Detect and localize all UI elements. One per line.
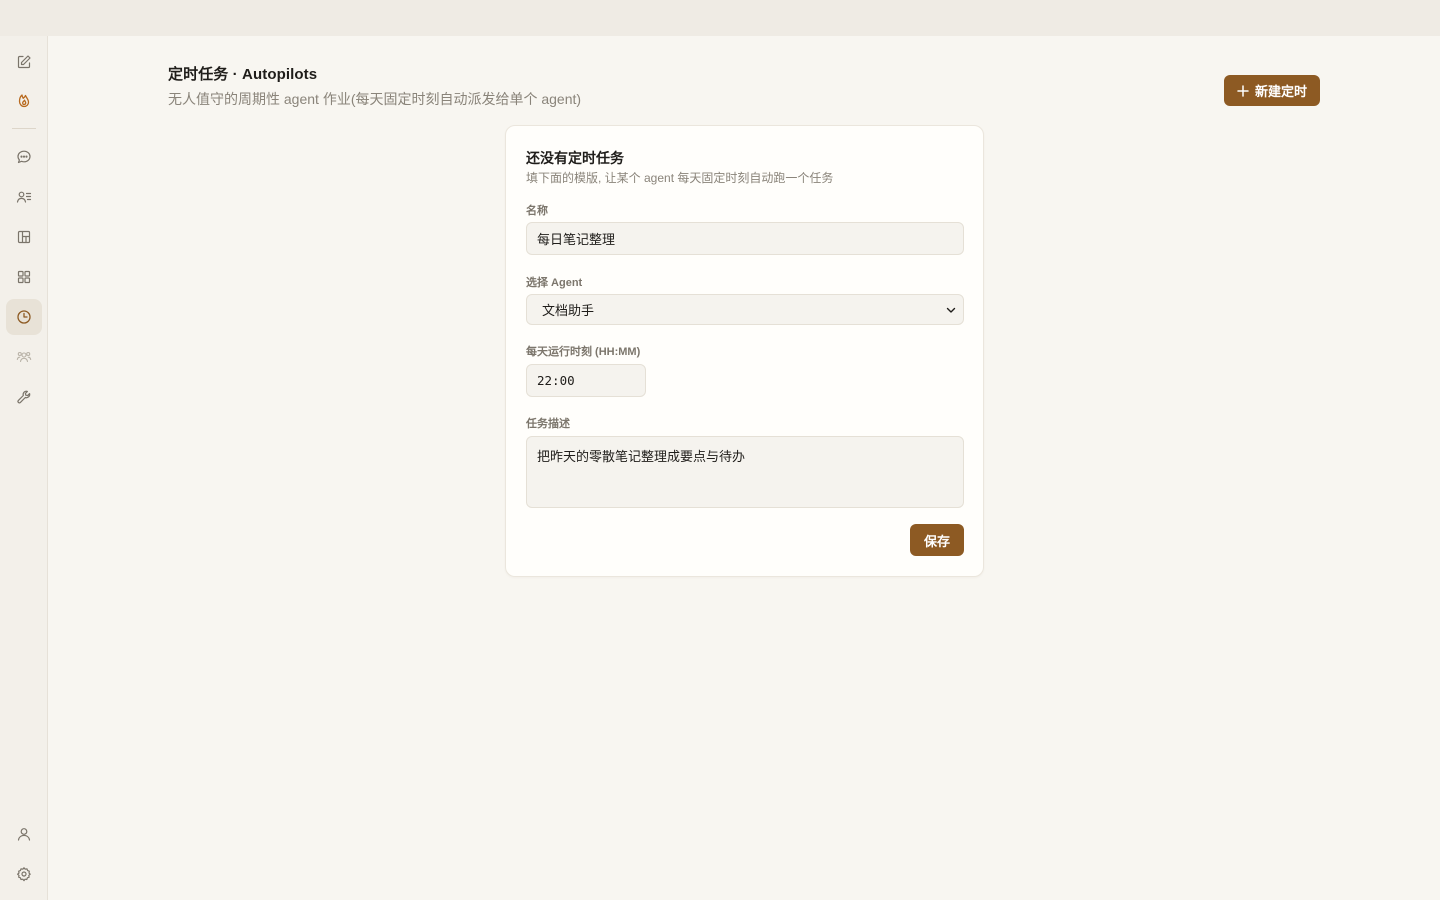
save-button[interactable]: 保存 [910, 524, 964, 556]
apps-grid-icon [17, 270, 31, 284]
settings-button[interactable] [6, 856, 42, 892]
description-label: 任务描述 [526, 418, 570, 430]
wrench-icon [17, 390, 31, 404]
name-value: 每日笔记整理 [537, 232, 616, 247]
agent-select-value: 文档助手 [542, 303, 595, 318]
description-textarea[interactable]: 把昨天的零散笔记整理成要点与待办 [526, 436, 964, 508]
new-autopilot-button[interactable]: 新建定时 [1224, 75, 1320, 106]
user-icon [17, 828, 31, 841]
flame-icon [18, 94, 30, 108]
sidebar-item-team[interactable] [6, 339, 42, 375]
chevron-down-icon [946, 307, 956, 313]
contacts-icon [16, 191, 32, 203]
agent-label: 选择 Agent [526, 277, 583, 289]
empty-state-title: 还没有定时任务 [526, 150, 624, 166]
trending-button[interactable] [6, 82, 42, 118]
name-label: 名称 [526, 205, 548, 217]
board-icon [17, 230, 31, 244]
sidebar-item-autopilots[interactable] [6, 299, 42, 335]
page-subtitle: 无人值守的周期性 agent 作业(每天固定时刻自动派发给单个 agent) [168, 91, 582, 107]
autopilot-form-card: 还没有定时任务 填下面的模版, 让某个 agent 每天固定时刻自动跑一个任务 … [505, 125, 984, 577]
sidebar [0, 36, 48, 900]
window-titlebar [0, 0, 1440, 36]
sidebar-item-board[interactable] [6, 219, 42, 255]
edit-icon [17, 55, 31, 69]
gear-icon [17, 867, 31, 882]
time-label: 每天运行时刻 (HH:MM) [526, 346, 641, 358]
page-title: 定时任务 · Autopilots [168, 66, 318, 83]
new-autopilot-label: 新建定时 [1254, 84, 1307, 99]
sidebar-item-chat[interactable] [6, 139, 42, 175]
sidebar-divider [12, 128, 36, 129]
agent-select[interactable]: 文档助手 [526, 294, 964, 325]
new-note-button[interactable] [6, 44, 42, 80]
description-value: 把昨天的零散笔记整理成要点与待办 [537, 449, 746, 464]
empty-state-hint: 填下面的模版, 让某个 agent 每天固定时刻自动跑一个任务 [526, 171, 834, 185]
main-content: 定时任务 · Autopilots 无人值守的周期性 agent 作业(每天固定… [48, 36, 1440, 900]
sidebar-item-apps[interactable] [6, 259, 42, 295]
name-input[interactable]: 每日笔记整理 [526, 222, 964, 255]
sidebar-item-contacts[interactable] [6, 179, 42, 215]
time-value: 22:00 [537, 373, 575, 388]
clock-icon [17, 310, 31, 324]
profile-button[interactable] [6, 816, 42, 852]
time-input[interactable]: 22:00 [526, 364, 646, 397]
plus-icon [1237, 84, 1249, 97]
team-icon [16, 351, 32, 363]
sidebar-item-tools[interactable] [6, 379, 42, 415]
chat-bubble-icon [17, 150, 31, 164]
